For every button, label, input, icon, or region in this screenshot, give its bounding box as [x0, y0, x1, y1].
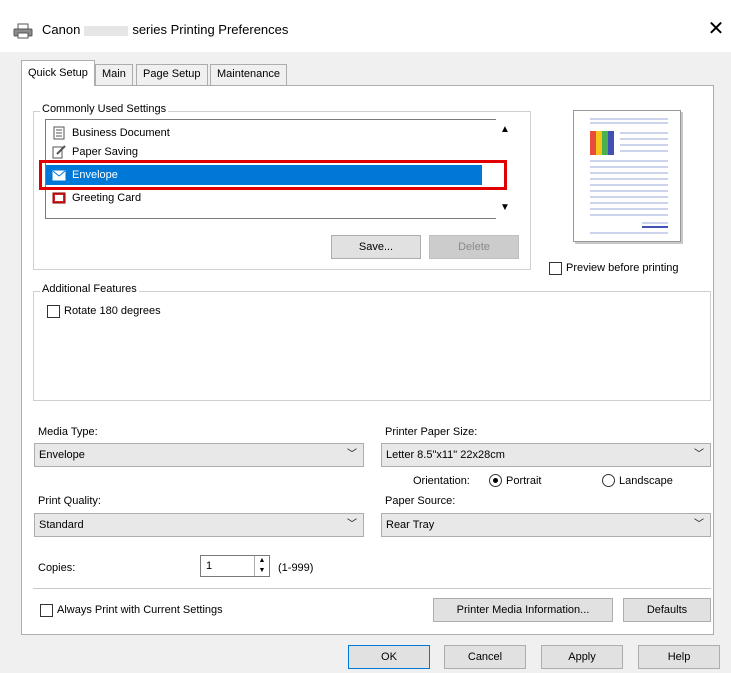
- print-quality-select[interactable]: Standard ﹀: [34, 513, 364, 537]
- delete-button[interactable]: Delete: [429, 235, 519, 259]
- scroll-up-icon[interactable]: ▲: [496, 121, 514, 139]
- cancel-button[interactable]: Cancel: [444, 645, 526, 669]
- orientation-label: Orientation:: [413, 475, 470, 487]
- defaults-button[interactable]: Defaults: [623, 598, 711, 622]
- copies-label: Copies:: [38, 562, 76, 574]
- portrait-radio[interactable]: [489, 474, 502, 487]
- chevron-down-icon: ﹀: [347, 519, 357, 530]
- printer-paper-size-label: Printer Paper Size:: [385, 426, 478, 438]
- paper-source-select[interactable]: Rear Tray ﹀: [381, 513, 711, 537]
- list-item[interactable]: Greeting Card: [46, 188, 482, 208]
- print-quality-label: Print Quality:: [38, 495, 101, 507]
- list-item[interactable]: Business Document: [46, 123, 482, 143]
- paper-source-label: Paper Source:: [385, 495, 456, 507]
- media-type-select[interactable]: Envelope ﹀: [34, 443, 364, 467]
- printer-icon: [13, 23, 33, 39]
- paper-saving-icon: [52, 145, 66, 159]
- always-print-label: Always Print with Current Settings: [57, 604, 223, 616]
- document-icon: [52, 126, 66, 140]
- close-icon: ✕: [707, 18, 725, 40]
- page-preview: [573, 110, 681, 242]
- rotate-180-label: Rotate 180 degrees: [64, 305, 161, 317]
- spin-up-icon[interactable]: ▲: [255, 556, 269, 566]
- copies-spinner[interactable]: ▲ ▼: [254, 556, 269, 576]
- landscape-radio[interactable]: [602, 474, 615, 487]
- tab-main[interactable]: Main: [95, 64, 133, 85]
- landscape-label: Landscape: [619, 475, 673, 487]
- portrait-label: Portrait: [506, 475, 542, 487]
- selection-highlight-frame: [39, 160, 507, 190]
- always-print-checkbox[interactable]: [40, 604, 53, 617]
- ok-button[interactable]: OK: [348, 645, 430, 669]
- commonly-used-label: Commonly Used Settings: [40, 103, 169, 115]
- close-button[interactable]: ✕: [704, 17, 728, 41]
- chevron-down-icon: ﹀: [347, 449, 357, 460]
- chevron-down-icon: ﹀: [694, 449, 704, 460]
- additional-features-label: Additional Features: [40, 283, 139, 295]
- window-title: Canon series Printing Preferences: [42, 22, 289, 37]
- rotate-180-checkbox[interactable]: [47, 305, 60, 318]
- apply-button[interactable]: Apply: [541, 645, 623, 669]
- tab-maintenance[interactable]: Maintenance: [210, 64, 287, 85]
- printer-paper-size-select[interactable]: Letter 8.5"x11" 22x28cm ﹀: [381, 443, 711, 467]
- copies-range: (1-999): [278, 562, 314, 574]
- chevron-down-icon: ﹀: [694, 519, 704, 530]
- printer-media-information-button[interactable]: Printer Media Information...: [433, 598, 613, 622]
- tab-page-setup[interactable]: Page Setup: [136, 64, 208, 85]
- divider: [33, 588, 711, 589]
- save-button[interactable]: Save...: [331, 235, 421, 259]
- preview-before-printing-checkbox[interactable]: [549, 262, 562, 275]
- list-item[interactable]: Paper Saving: [46, 142, 482, 162]
- help-button[interactable]: Help: [638, 645, 720, 669]
- media-type-label: Media Type:: [38, 426, 98, 438]
- scroll-down-icon[interactable]: ▼: [496, 199, 514, 217]
- greeting-card-icon: [52, 191, 66, 205]
- tab-quick-setup[interactable]: Quick Setup: [21, 60, 95, 86]
- spin-down-icon[interactable]: ▼: [255, 566, 269, 576]
- preview-before-printing-label: Preview before printing: [566, 262, 679, 274]
